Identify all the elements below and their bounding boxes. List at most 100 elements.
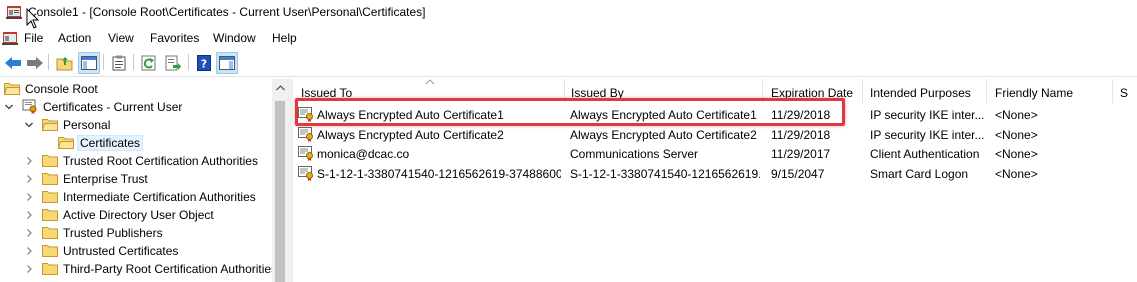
certificate-icon	[298, 146, 313, 161]
open-folder-icon	[58, 137, 74, 149]
collapsed-chevron-icon[interactable]	[24, 191, 34, 203]
tree-item[interactable]: Third-Party Root Certification Authoriti…	[0, 260, 277, 278]
refresh-icon	[141, 55, 156, 71]
certificate-icon	[298, 126, 313, 142]
tree-item-label: Intermediate Certification Authorities	[63, 190, 256, 204]
up-folder-icon	[56, 57, 73, 71]
tree-item[interactable]: Personal	[0, 116, 272, 134]
console-tree[interactable]: Console Root Certificates - Current User P…	[0, 79, 288, 282]
cell-issued-by: Communications Server	[570, 147, 699, 161]
toolbar-separator	[188, 54, 189, 70]
console-menu-icon[interactable]	[2, 30, 18, 46]
column-header-label: S	[1120, 86, 1129, 100]
open-folder-icon	[4, 83, 20, 95]
certificate-row[interactable]: Always Encrypted Auto Certificate2 Always…	[293, 125, 1137, 144]
folder-icon	[42, 191, 58, 203]
export-list-icon	[165, 55, 181, 71]
toolbar-separator	[48, 54, 49, 70]
properties-icon	[112, 55, 126, 71]
column-header-label: Intended Purposes	[870, 86, 971, 100]
help-button[interactable]: ?	[193, 52, 215, 74]
certificates-snapin-icon	[22, 99, 37, 114]
tree-item[interactable]: Intermediate Certification Authorities	[0, 188, 272, 206]
toolbar: ?	[0, 49, 1137, 77]
scrollbar-thumb[interactable]	[275, 101, 285, 282]
cell-intended-purposes: Client Authentication	[870, 147, 980, 161]
forward-icon	[27, 57, 43, 69]
folder-icon	[42, 245, 58, 257]
collapsed-chevron-icon[interactable]	[24, 155, 34, 167]
column-header-intended-purposes[interactable]: Intended Purposes	[862, 79, 987, 103]
cell-issued-by: S-1-12-1-3380741540-1216562619...	[570, 166, 760, 181]
tree-item[interactable]: Active Directory User Object	[0, 206, 272, 224]
sort-ascending-icon	[425, 79, 435, 85]
cell-issued-to: monica@dcac.co	[317, 147, 410, 161]
cell-intended-purposes: Smart Card Logon	[870, 166, 969, 181]
show-hide-console-tree-button[interactable]	[78, 52, 100, 74]
open-folder-icon	[42, 119, 58, 131]
column-header-status[interactable]: S	[1113, 79, 1137, 103]
scroll-up-arrow-icon[interactable]	[272, 79, 288, 97]
expanded-chevron-icon[interactable]	[24, 119, 34, 131]
collapsed-chevron-icon[interactable]	[24, 227, 34, 239]
certificate-row[interactable]: monica@dcac.co Communications Server 11/29…	[293, 144, 1137, 163]
forward-button[interactable]	[24, 52, 46, 74]
help-icon: ?	[197, 55, 211, 71]
mmc-console-icon	[6, 6, 22, 19]
title-bar: Console1 - [Console Root\Certificates - …	[0, 0, 1137, 27]
cell-friendly-name: <None>	[995, 166, 1038, 181]
show-hide-tree-icon	[81, 56, 97, 70]
tree-item-label: Certificates	[77, 135, 144, 151]
menu-action[interactable]: Action	[58, 31, 91, 45]
folder-icon	[42, 263, 58, 275]
cell-expiration-date: 11/29/2018	[771, 127, 831, 142]
tree-item-label: Trusted Publishers	[63, 226, 163, 240]
certificate-icon	[298, 165, 313, 181]
tree-item[interactable]: Enterprise Trust	[0, 170, 272, 188]
cell-issued-by: Always Encrypted Auto Certificate2	[570, 127, 757, 142]
toolbar-separator	[133, 54, 134, 70]
tree-vertical-scrollbar[interactable]	[272, 79, 288, 282]
window-title: Console1 - [Console Root\Certificates - …	[28, 5, 426, 19]
menu-favorites[interactable]: Favorites	[150, 31, 199, 45]
menu-view[interactable]: View	[108, 31, 134, 45]
collapsed-chevron-icon[interactable]	[24, 209, 34, 221]
cell-friendly-name: <None>	[995, 127, 1038, 142]
tree-item[interactable]: Certificates	[0, 134, 272, 152]
properties-button[interactable]	[108, 52, 130, 74]
show-hide-action-pane-button[interactable]	[216, 52, 238, 74]
annotation-highlight-box	[295, 98, 845, 126]
cell-expiration-date: 9/15/2047	[771, 166, 825, 181]
menu-file[interactable]: File	[24, 31, 43, 45]
tree-item-label: Enterprise Trust	[63, 172, 148, 186]
tree-item-label: Console Root	[25, 82, 98, 96]
cell-issued-to: Always Encrypted Auto Certificate2	[317, 127, 504, 142]
menu-help[interactable]: Help	[272, 31, 297, 45]
tree-item[interactable]: Certificates - Current User	[0, 98, 272, 116]
tree-item[interactable]: Console Root	[0, 80, 272, 98]
tree-item[interactable]: Trusted Root Certification Authorities	[0, 152, 272, 170]
folder-icon	[42, 227, 58, 239]
expanded-chevron-icon[interactable]	[4, 101, 14, 113]
tree-item[interactable]: Trusted Publishers	[0, 224, 272, 242]
folder-icon	[42, 155, 58, 167]
export-list-button[interactable]	[162, 52, 184, 74]
toolbar-separator	[103, 54, 104, 70]
menu-bar: File Action View Favorites Window Help	[0, 27, 1137, 49]
cell-expiration-date: 11/29/2017	[771, 147, 831, 161]
column-header-label: Friendly Name	[995, 86, 1074, 100]
menu-window[interactable]: Window	[213, 31, 256, 45]
refresh-button[interactable]	[138, 52, 160, 74]
collapsed-chevron-icon[interactable]	[24, 173, 34, 185]
up-one-level-button[interactable]	[54, 52, 76, 74]
back-button[interactable]	[2, 52, 24, 74]
collapsed-chevron-icon[interactable]	[24, 245, 34, 257]
cell-issued-to: S-1-12-1-3380741540-1216562619-374886009…	[317, 166, 561, 181]
column-header-friendly-name[interactable]: Friendly Name	[987, 79, 1113, 103]
certificate-row[interactable]: S-1-12-1-3380741540-1216562619-374886009…	[293, 164, 1137, 183]
cell-intended-purposes: IP security IKE inter...	[870, 127, 985, 142]
tree-item[interactable]: Untrusted Certificates	[0, 242, 272, 260]
action-pane-icon	[219, 56, 235, 70]
cell-friendly-name: <None>	[995, 147, 1038, 161]
collapsed-chevron-icon[interactable]	[24, 263, 34, 275]
